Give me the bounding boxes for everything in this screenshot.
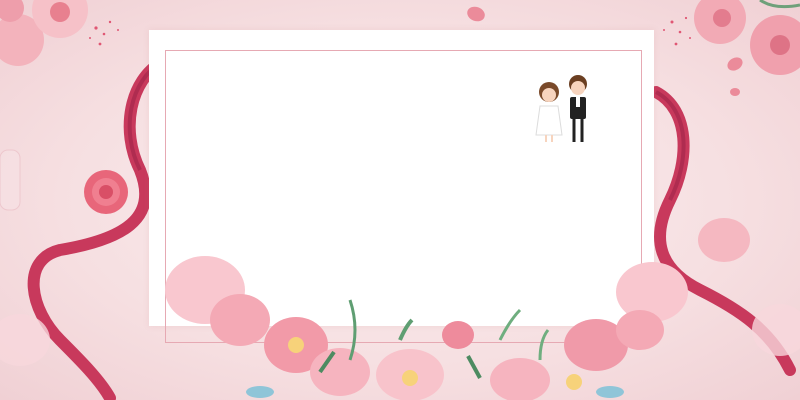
foreground-layer bbox=[0, 75, 800, 400]
peony-bouquet bbox=[165, 256, 688, 400]
wedding-couple-icon bbox=[535, 75, 587, 142]
wedding-background bbox=[0, 0, 800, 400]
